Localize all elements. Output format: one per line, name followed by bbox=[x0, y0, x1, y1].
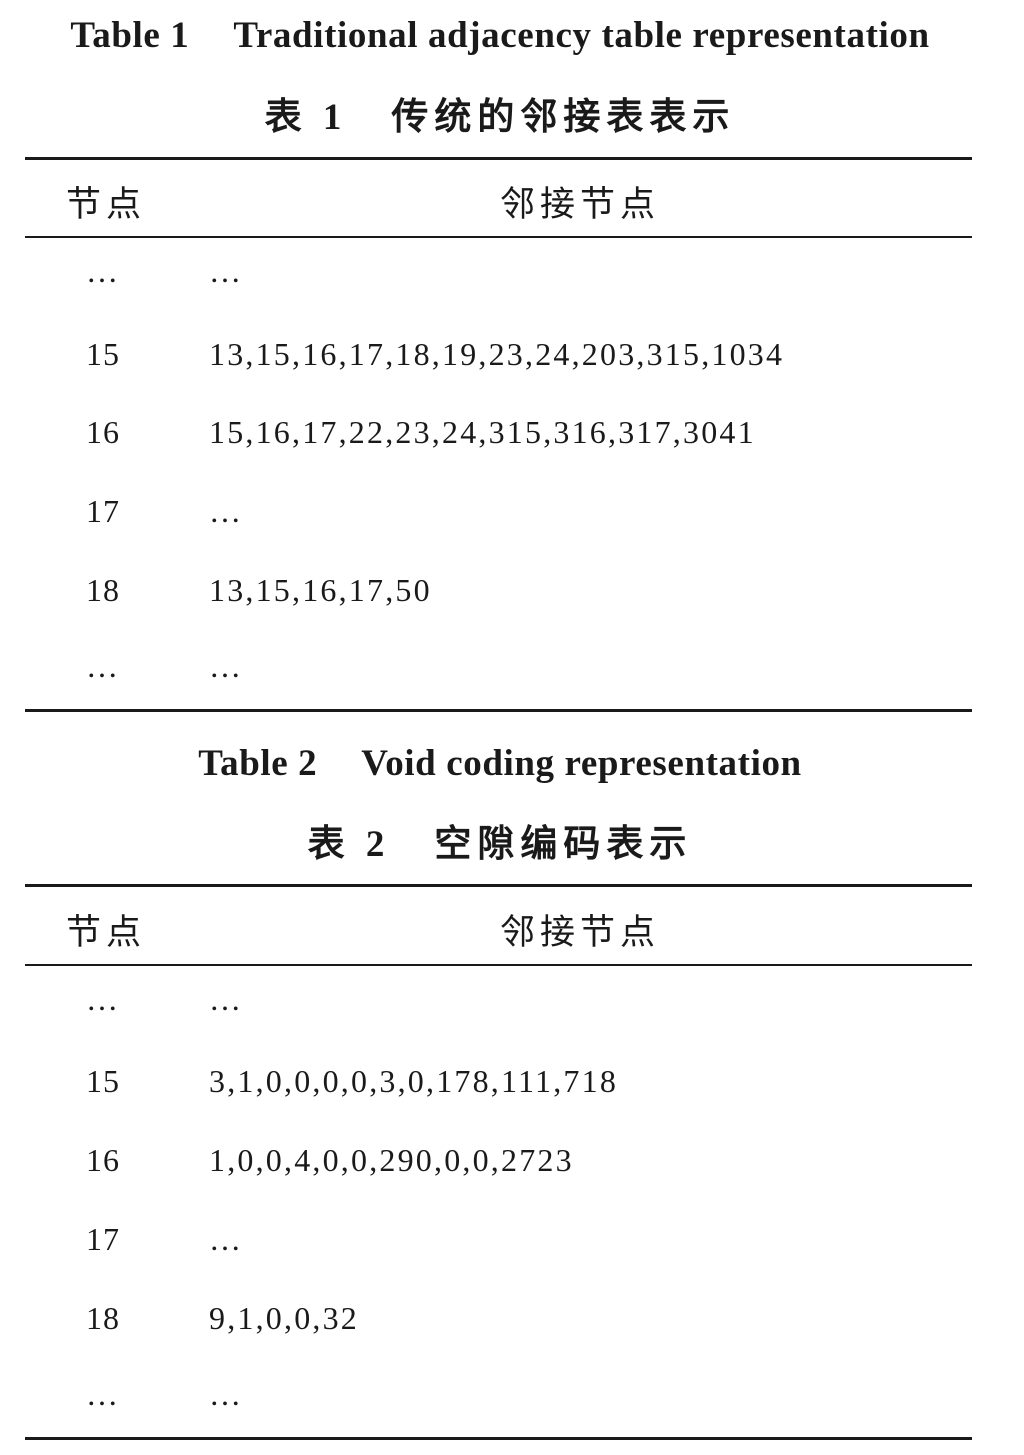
table-2-header-node: 节点 bbox=[66, 913, 147, 952]
table-2-header-adjacent: 邻接节点 bbox=[500, 913, 661, 952]
node-cell: 17 bbox=[86, 493, 120, 529]
adjacent-nodes-cell: 15,16,17,22,23,24,315,316,317,3041 bbox=[209, 414, 756, 450]
adjacent-nodes-cell: … bbox=[209, 253, 244, 289]
table-row: 18 13,15,16,17,50 bbox=[0, 572, 1024, 612]
table-row: … … bbox=[0, 648, 1024, 688]
node-cell: … bbox=[86, 981, 119, 1017]
adjacent-nodes-cell: 9,1,0,0,32 bbox=[209, 1300, 359, 1336]
node-cell: … bbox=[86, 1376, 119, 1412]
table-row: 17 … bbox=[0, 1221, 1024, 1261]
adjacent-nodes-cell: 13,15,16,17,18,19,23,24,203,315,1034 bbox=[209, 336, 785, 372]
table-1-number-zh: 表 1 bbox=[264, 97, 348, 138]
table-row: 18 9,1,0,0,32 bbox=[0, 1300, 1024, 1340]
table-1-title-zh: 表 1 传统的邻接表表示 bbox=[0, 86, 1000, 140]
table-row: 17 … bbox=[0, 493, 1024, 533]
table-1-header-node: 节点 bbox=[66, 185, 147, 224]
node-cell: 15 bbox=[86, 336, 120, 372]
adjacent-nodes-cell: … bbox=[209, 1376, 244, 1412]
adjacent-nodes-cell: 13,15,16,17,50 bbox=[209, 572, 432, 608]
table-1-number-en: Table 1 bbox=[70, 15, 190, 56]
table-1-bottom-rule bbox=[25, 709, 972, 712]
node-cell: … bbox=[86, 253, 119, 289]
table-1-header-rule bbox=[25, 236, 972, 238]
table-row: … … bbox=[0, 1376, 1024, 1416]
table-2-title-zh: 表 2 空隙编码表示 bbox=[0, 813, 1000, 867]
table-2-caption-zh: 空隙编码表示 bbox=[434, 824, 693, 865]
node-cell: 18 bbox=[86, 572, 120, 608]
table-2: Table 2 Void coding representation 表 2 空隙编… bbox=[0, 720, 1024, 1455]
adjacent-nodes-cell: … bbox=[209, 1221, 244, 1257]
node-cell: 17 bbox=[86, 1221, 120, 1257]
table-2-caption-en: Void coding representation bbox=[361, 743, 802, 784]
table-row: 15 3,1,0,0,0,0,3,0,178,111,718 bbox=[0, 1063, 1024, 1103]
node-cell: 16 bbox=[86, 1142, 120, 1178]
table-2-number-zh: 表 2 bbox=[307, 824, 391, 865]
table-1-top-rule bbox=[25, 157, 972, 160]
table-row: 16 15,16,17,22,23,24,315,316,317,3041 bbox=[0, 414, 1024, 454]
table-1-caption-zh: 传统的邻接表表示 bbox=[391, 97, 736, 138]
table-row: 15 13,15,16,17,18,19,23,24,203,315,1034 bbox=[0, 336, 1024, 376]
adjacent-nodes-cell: … bbox=[209, 493, 244, 529]
table-2-header-rule bbox=[25, 964, 972, 966]
table-row: … … bbox=[0, 253, 1024, 293]
adjacent-nodes-cell: 1,0,0,4,0,0,290,0,0,2723 bbox=[209, 1142, 574, 1178]
table-2-title-en: Table 2 Void coding representation bbox=[0, 742, 1000, 785]
node-cell: … bbox=[86, 648, 119, 684]
table-1-header-adjacent: 邻接节点 bbox=[500, 185, 661, 224]
table-row: … … bbox=[0, 981, 1024, 1021]
table-2-number-en: Table 2 bbox=[198, 743, 318, 784]
table-1: Table 1 Traditional adjacency table repre… bbox=[0, 0, 1024, 720]
adjacent-nodes-cell: … bbox=[209, 981, 244, 1017]
table-2-top-rule bbox=[25, 884, 972, 887]
table-1-caption-en: Traditional adjacency table representati… bbox=[233, 15, 930, 56]
node-cell: 15 bbox=[86, 1063, 120, 1099]
table-1-title-en: Table 1 Traditional adjacency table repre… bbox=[0, 14, 1000, 57]
node-cell: 16 bbox=[86, 414, 120, 450]
adjacent-nodes-cell: … bbox=[209, 648, 244, 684]
table-2-bottom-rule bbox=[25, 1437, 972, 1440]
node-cell: 18 bbox=[86, 1300, 120, 1336]
table-row: 16 1,0,0,4,0,0,290,0,0,2723 bbox=[0, 1142, 1024, 1182]
adjacent-nodes-cell: 3,1,0,0,0,0,3,0,178,111,718 bbox=[209, 1063, 619, 1099]
